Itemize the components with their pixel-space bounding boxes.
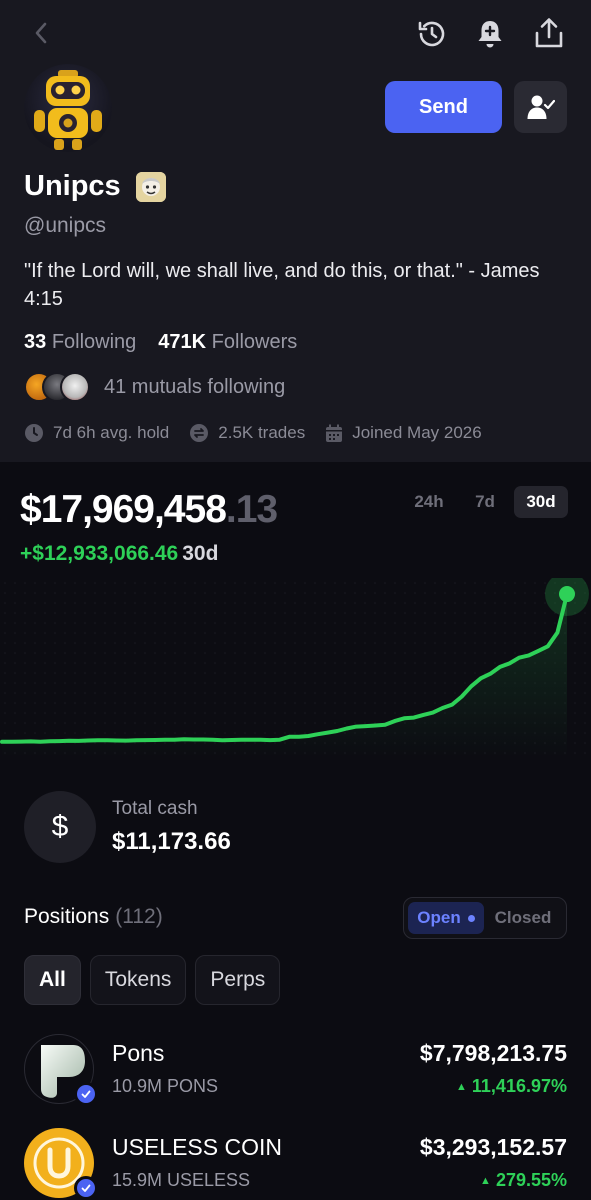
followers-count: 471K [158,331,207,353]
range-tab-24h[interactable]: 24h [402,486,456,518]
profile-meta: 7d 6h avg. hold 2.5K trades Joined May 2… [24,423,502,443]
profile-bio: "If the Lord will, we shall live, and do… [24,260,540,310]
trades: 2.5K trades [189,423,305,443]
range-tab-7d[interactable]: 7d [458,486,512,518]
robot-avatar-icon [34,70,102,150]
calendar-icon [326,424,343,442]
joined-text: Joined May 2026 [352,423,482,442]
verified-badge-icon [74,1176,98,1200]
share-icon [535,18,563,48]
cash-label: Total cash [112,798,198,819]
avg-hold-text: 7d 6h avg. hold [53,423,170,442]
up-triangle-icon: ▲ [456,1081,467,1093]
token-name: Pons [112,1040,165,1066]
range-tabs: 24h 7d 30d [400,486,568,518]
token-amount: 15.9M USELESS [112,1170,251,1190]
portfolio-chart[interactable] [0,578,591,758]
follow-button[interactable] [514,81,567,133]
swap-icon [190,424,209,442]
positions-count: (112) [115,905,163,928]
following-label: Following [51,331,137,353]
mutuals-row[interactable]: 41 mutuals following [24,370,285,404]
portfolio-balance: $17,969,458.13 [20,488,278,532]
profile-handle: @unipcs [24,214,107,237]
followers-link[interactable]: 471K Followers [158,331,297,353]
token-change: ▲ 11,416.97% [456,1076,567,1097]
position-row-useless[interactable]: USELESS COIN 15.9M USELESS $3,293,152.57… [24,1128,567,1200]
clock-icon [25,424,43,442]
joined: Joined May 2026 [325,423,482,443]
up-triangle-icon: ▲ [480,1175,491,1187]
verified-badge-icon [74,1082,98,1106]
cash-value: $11,173.66 [112,828,231,855]
chart-point-latest [559,586,575,603]
badge-icon [136,172,166,202]
filter-all[interactable]: All [24,955,81,1005]
filter-tokens[interactable]: Tokens [89,955,187,1005]
pnl-value: $12,933,066.46 [32,542,179,565]
token-change: ▲ 279.55% [480,1170,567,1191]
balance-cents: .13 [225,488,278,531]
open-closed-toggle: Open Closed [403,897,567,939]
avg-hold: 7d 6h avg. hold [24,423,169,443]
pnl-period: 30d [182,542,219,565]
followers-label: Followers [211,331,298,353]
token-value: $3,293,152.57 [419,1134,567,1160]
position-row-pons[interactable]: Pons 10.9M PONS $7,798,213.75 ▲ 11,416.97… [24,1034,567,1106]
open-tab[interactable]: Open [408,902,484,934]
mutuals-text: 41 mutuals following [104,375,286,398]
position-filters: All Tokens Perps [24,955,289,1005]
token-name: USELESS COIN [112,1134,282,1160]
mutual-avatar [60,372,90,402]
open-label: Open [417,908,461,927]
chevron-left-icon [35,22,47,44]
token-amount: 10.9M PONS [112,1076,219,1096]
token-change-value: 279.55% [495,1170,567,1190]
alert-button[interactable] [472,16,508,52]
following-link[interactable]: 33 Following [24,331,136,353]
history-button[interactable] [414,16,450,52]
history-icon [418,21,445,47]
range-tab-30d[interactable]: 30d [514,486,568,518]
pnl-sign: + [20,542,33,565]
back-button[interactable] [26,18,56,48]
following-count: 33 [24,331,47,353]
positions-label: Positions [24,905,110,928]
profile-name: Unipcs [24,170,121,202]
pnl: +$12,933,066.46 30d [20,542,218,566]
filter-perps[interactable]: Perps [195,955,281,1005]
trades-text: 2.5K trades [218,423,306,442]
token-value: $7,798,213.75 [419,1040,567,1066]
closed-tab[interactable]: Closed [484,908,562,928]
bell-plus-icon [478,21,502,48]
user-check-icon [527,95,555,119]
active-dot [467,914,475,922]
share-button[interactable] [530,14,568,52]
dollar-icon: $ [24,791,96,863]
follow-stats: 33 Following 471K Followers [24,331,297,354]
balance-main: $17,969,458 [20,488,227,531]
token-change-value: 11,416.97% [471,1076,567,1096]
positions-title: Positions (112) [24,905,163,929]
send-button[interactable]: Send [385,81,502,133]
avatar[interactable] [24,64,112,152]
